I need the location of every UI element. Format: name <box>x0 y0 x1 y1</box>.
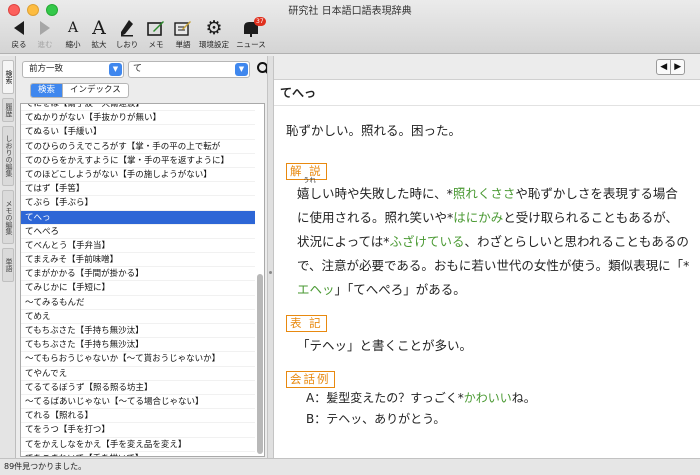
list-item[interactable]: てめえ <box>21 310 255 324</box>
tab-bookmark-edit[interactable]: しおりの編集 <box>2 126 14 186</box>
status-bar: 89件見つかりました。 <box>0 458 700 475</box>
search-input[interactable]: て ▼ <box>128 61 250 78</box>
tab-memo-edit[interactable]: メモの編集 <box>2 190 14 244</box>
example-line-b: B：テヘッ、ありがとう。 <box>306 412 446 426</box>
mailbox-icon: 37 <box>232 17 270 39</box>
list-item[interactable]: てのほどこしようがない【手の施しようがない】 <box>21 168 255 183</box>
list-item[interactable]: ～てもらおうじゃないか【～て貰おうじゃないか】 <box>21 352 255 367</box>
settings-button[interactable]: ⚙ 環境設定 <box>195 17 233 53</box>
list-item[interactable]: てへぺろ <box>21 225 255 239</box>
list-item[interactable]: てぬるい【手緩い】 <box>21 125 255 140</box>
scrollbar[interactable] <box>257 274 263 454</box>
kaisetsu-text: うれ 嬉しい時や失敗した時に、*照れくささや恥ずかしさを表現する場合に使用される。… <box>297 176 690 297</box>
tab-search[interactable]: 検索 <box>2 60 14 94</box>
list-item[interactable]: てべんとう【手弁当】 <box>21 239 255 254</box>
list-item[interactable]: てにをは【爾乎波・天爾遠波】 <box>21 104 255 112</box>
list-item[interactable]: てのひらのうえでころがす【掌・手の平の上で転が <box>21 140 255 154</box>
entry-nav-arrows: ◀ ▶ <box>656 59 685 75</box>
list-item[interactable]: ～てみるもんだ <box>21 296 255 310</box>
ruby-text: うれ <box>303 176 316 184</box>
hyoki-text: 「テヘッ」と書くことが多い。 <box>297 338 473 353</box>
cross-ref-link[interactable]: ふざけている <box>390 234 465 249</box>
entry-definition: 恥ずかしい。照れる。困った。 <box>286 123 462 138</box>
list-item[interactable]: てぶら【手ぶら】 <box>21 196 255 211</box>
list-item[interactable]: てもちぶさた【手持ち無沙汰】 <box>21 338 255 353</box>
cross-ref-link[interactable]: はにかみ <box>453 210 503 225</box>
segment-search[interactable]: 検索 <box>31 84 63 97</box>
list-item[interactable]: てをうつ【手を打つ】 <box>21 423 255 438</box>
list-item[interactable]: てをこまねいて【手を拱いて】 <box>21 452 255 456</box>
search-segmented-control: 検索 インデックス <box>30 83 129 98</box>
news-badge: 37 <box>254 17 266 26</box>
cross-ref-link[interactable]: 照れくささ <box>453 186 516 201</box>
segment-index[interactable]: インデックス <box>62 84 128 97</box>
gear-icon: ⚙ <box>205 17 223 39</box>
list-item[interactable]: てるてるぼうず【照る照る坊主】 <box>21 381 255 395</box>
list-item[interactable]: てもちぶさた【手持ち無沙汰】 <box>21 324 255 339</box>
list-item[interactable]: てをかえしなをかえ【手を変え品を変え】 <box>21 438 255 452</box>
entry-content: 恥ずかしい。照れる。困った。 解 説 うれ 嬉しい時や失敗した時に、*照れくささや… <box>274 106 700 430</box>
pane-splitter[interactable] <box>267 56 274 458</box>
list-item[interactable]: ～てるばあいじゃない【～てる場合じゃない】 <box>21 395 255 410</box>
side-tab-strip: 検索 履歴 しおりの編集 メモの編集 単語 <box>0 56 16 458</box>
list-item[interactable]: てのひらをかえすように【掌・手の平を返すように】 <box>21 154 255 168</box>
chevron-down-icon: ▼ <box>109 63 122 76</box>
example-line-a: A：髪型変えたの？すっごく*かわいいね。 <box>306 391 536 405</box>
cross-ref-link[interactable]: かわいい <box>464 391 512 405</box>
list-item[interactable]: てやんでえ <box>21 367 255 381</box>
chevron-down-icon: ▼ <box>235 63 248 76</box>
list-item[interactable]: てへっ <box>21 210 255 225</box>
cross-ref-link[interactable]: エヘッ <box>297 282 335 297</box>
list-item[interactable]: てまがかかる【手間が掛かる】 <box>21 267 255 282</box>
previous-entry-arrow-icon[interactable]: ◀ <box>657 60 670 74</box>
results-list-body: てにをは【爾乎波・天爾遠波】 てぬかりがない【手抜かりが無い】 てぬるい【手緩い】て… <box>21 104 255 456</box>
list-item[interactable]: てれる【照れる】 <box>21 409 255 424</box>
section-label-hyoki: 表 記 <box>286 315 327 332</box>
search-mode-select[interactable]: 前方一致 ▼ <box>22 61 124 78</box>
tab-wordbook[interactable]: 単語 <box>2 248 14 282</box>
list-item[interactable]: てみじかに【手短に】 <box>21 281 255 296</box>
title-bar: 研究社 日本語口語表現辞典 戻る 進む A 縮小 A 拡大 しおり メモ 単語 <box>0 0 700 54</box>
news-button[interactable]: 37 ニュース <box>232 17 270 53</box>
entry-pane: ◀ ▶ てへっ 恥ずかしい。照れる。困った。 解 説 うれ 嬉しい時や失敗した時に… <box>274 56 700 458</box>
window-title: 研究社 日本語口語表現辞典 <box>288 6 412 17</box>
list-item[interactable]: てはず【手筈】 <box>21 182 255 197</box>
section-label-kaiwarei: 会話例 <box>286 371 335 388</box>
entry-nav-bar: ◀ ▶ <box>274 56 700 80</box>
search-pane: 前方一致 ▼ て ▼ 検索 インデックス てにをは【爾乎波・天爾遠波】 てぬかりが… <box>17 56 272 458</box>
list-item[interactable]: てぬかりがない【手抜かりが無い】 <box>21 111 255 126</box>
entry-headword: てへっ <box>274 80 700 106</box>
next-entry-arrow-icon[interactable]: ▶ <box>670 60 684 74</box>
list-item[interactable]: てまえみそ【手前味噌】 <box>21 253 255 268</box>
results-list[interactable]: てにをは【爾乎波・天爾遠波】 てぬかりがない【手抜かりが無い】 てぬるい【手緩い】て… <box>20 103 265 457</box>
tab-history[interactable]: 履歴 <box>2 98 14 122</box>
